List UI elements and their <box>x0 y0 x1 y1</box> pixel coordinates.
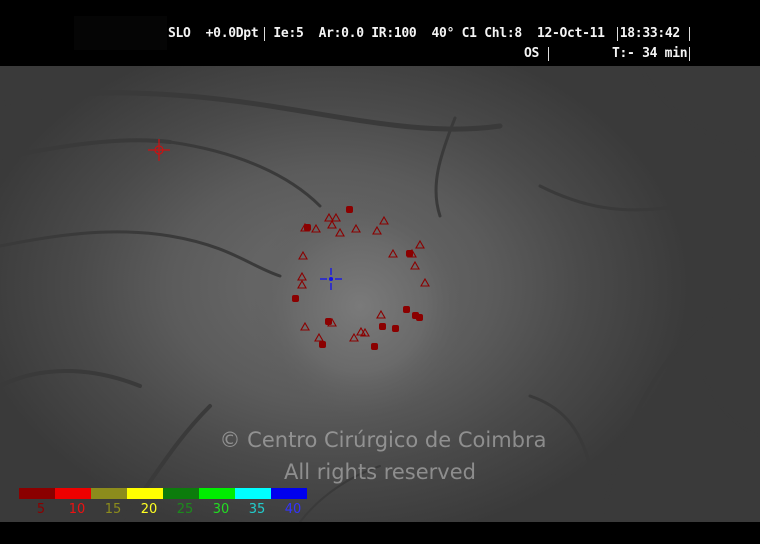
macula-region <box>0 66 760 522</box>
legend-label: 20 <box>140 502 158 517</box>
acquisition-info-line: SLO +0.0Dpt Ie:5 Ar:0.0 IR:100 40° C1 Ch… <box>168 26 680 42</box>
fundus-image <box>0 66 760 522</box>
mode-label: SLO <box>168 26 191 41</box>
legend-swatch <box>199 488 235 499</box>
separator <box>689 47 690 61</box>
legend-swatch <box>127 488 163 499</box>
time-label: 18:33:42 <box>619 26 681 41</box>
chl-label: Chl:8 <box>484 26 522 41</box>
square-marker <box>319 341 326 348</box>
footer-bar <box>0 522 760 544</box>
date-label: 12-Oct-11 <box>536 26 605 41</box>
square-marker <box>392 325 399 332</box>
legend-label: 10 <box>68 502 86 517</box>
ir-label: IR:100 <box>371 26 417 41</box>
focus-label: Ie:5 <box>273 26 304 41</box>
eye-label: OS <box>524 46 540 61</box>
angle-label: 40° <box>431 26 455 41</box>
square-marker <box>371 343 378 350</box>
legend-swatch <box>19 488 55 499</box>
square-marker <box>379 323 386 330</box>
redacted-patient-box <box>74 16 167 50</box>
legend-swatch <box>91 488 127 499</box>
diopter-label: +0.0Dpt <box>205 26 259 41</box>
square-marker <box>325 318 332 325</box>
watermark-copyright: © Centro Cirúrgico de Coimbra <box>219 428 547 452</box>
ar-label: Ar:0.0 <box>318 26 364 41</box>
square-marker <box>346 206 353 213</box>
c1-label: C1 <box>461 26 477 41</box>
legend-swatch <box>271 488 307 499</box>
fundus-overlay <box>0 66 760 522</box>
separator <box>548 47 549 61</box>
legend-swatch <box>235 488 271 499</box>
separator <box>264 27 265 41</box>
square-marker <box>292 295 299 302</box>
legend-swatch <box>163 488 199 499</box>
duration-label: T:- 34 min <box>612 46 688 61</box>
legend-label: 40 <box>284 502 302 517</box>
square-marker <box>406 250 413 257</box>
legend-label: 5 <box>36 502 46 517</box>
watermark-rights: All rights reserved <box>284 460 476 484</box>
separator <box>689 27 690 41</box>
legend-swatch <box>55 488 91 499</box>
legend-label: 15 <box>104 502 122 517</box>
square-marker <box>416 314 423 321</box>
legend-label: 25 <box>176 502 194 517</box>
legend-label: 35 <box>248 502 266 517</box>
separator <box>617 27 618 41</box>
status-header: SLO +0.0Dpt Ie:5 Ar:0.0 IR:100 40° C1 Ch… <box>0 0 760 66</box>
square-marker <box>403 306 410 313</box>
square-marker <box>304 224 311 231</box>
sensitivity-scale <box>19 488 307 499</box>
legend-label: 30 <box>212 502 230 517</box>
